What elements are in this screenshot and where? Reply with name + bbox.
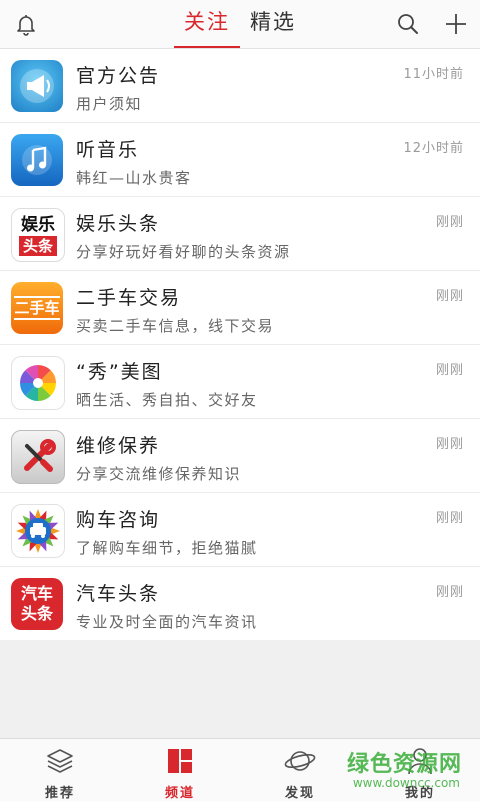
watermark-text: 绿色资源网 [346, 752, 462, 777]
music-note-icon [11, 134, 63, 186]
plus-icon[interactable] [440, 8, 472, 40]
item-subtitle: 分享好玩好看好聊的头条资源 [76, 243, 291, 261]
list-item[interactable]: 听音乐 韩红—山水贵客 12小时前 [0, 123, 480, 197]
nav-recommend[interactable]: 推荐 [0, 739, 120, 801]
list-item[interactable]: 娱乐 头条 娱乐头条 分享好玩好看好聊的头条资源 刚刚 [0, 197, 480, 271]
icon-text-bottom: 头条 [18, 236, 57, 256]
used-car-icon: 二手车 [11, 282, 63, 334]
nav-label: 推荐 [44, 786, 75, 801]
nav-label: 频道 [164, 786, 195, 801]
item-time: 刚刚 [435, 215, 464, 230]
pinwheel-photo-icon [11, 356, 65, 410]
icon-text-bottom: 头条 [20, 604, 53, 623]
tab-featured[interactable]: 精选 [242, 0, 304, 46]
item-time: 11小时前 [403, 67, 464, 82]
item-title: 二手车交易 [76, 287, 182, 309]
item-subtitle: 了解购车细节，拒绝猫腻 [76, 539, 258, 557]
nav-channel[interactable]: 频道 [120, 739, 240, 801]
nav-label: 发现 [284, 786, 315, 801]
layers-icon [44, 745, 76, 777]
item-title: 汽车头条 [76, 583, 161, 605]
watermark: 绿色资源网 www.downcc.com [344, 744, 474, 796]
item-time: 刚刚 [435, 437, 464, 452]
channel-list: 官方公告 用户须知 11小时前 听音乐 韩红—山水贵客 12小时前 娱乐 头条 … [0, 49, 480, 640]
item-title: 维修保养 [76, 435, 161, 457]
icon-text-top: 汽车 [20, 584, 53, 603]
item-subtitle: 专业及时全面的汽车资讯 [76, 613, 258, 631]
list-item[interactable]: 二手车 二手车交易 买卖二手车信息，线下交易 刚刚 [0, 271, 480, 345]
item-time: 刚刚 [435, 289, 464, 304]
car-headline-icon: 汽车 头条 [11, 578, 63, 630]
item-time: 刚刚 [435, 585, 464, 600]
watermark-url: www.downcc.com [352, 776, 460, 790]
item-subtitle: 晒生活、秀自拍、交好友 [76, 391, 258, 409]
item-time: 刚刚 [435, 363, 464, 378]
item-title: “秀”美图 [76, 361, 163, 383]
icon-text: 二手车 [14, 296, 60, 320]
nav-discover[interactable]: 发现 [240, 739, 360, 801]
megaphone-icon [11, 60, 63, 112]
item-time: 刚刚 [435, 511, 464, 526]
item-title: 购车咨询 [76, 509, 161, 531]
list-item[interactable]: 官方公告 用户须知 11小时前 [0, 49, 480, 123]
item-title: 听音乐 [76, 139, 140, 161]
wrench-screwdriver-icon [11, 430, 65, 484]
search-icon[interactable] [392, 8, 424, 40]
bell-icon[interactable] [10, 8, 42, 40]
tab-following[interactable]: 关注 [174, 0, 240, 48]
item-title: 娱乐头条 [76, 213, 161, 235]
item-subtitle: 分享交流维修保养知识 [76, 465, 242, 483]
item-subtitle: 买卖二手车信息，线下交易 [76, 317, 275, 335]
list-item[interactable]: 购车咨询 了解购车细节，拒绝猫腻 刚刚 [0, 493, 480, 567]
channel-grid-icon [164, 745, 196, 777]
list-item[interactable]: 汽车 头条 汽车头条 专业及时全面的汽车资讯 刚刚 [0, 567, 480, 640]
top-bar: 关注 精选 [0, 0, 480, 49]
planet-icon [284, 745, 316, 777]
icon-text-top: 娱乐 [21, 215, 55, 235]
entertainment-headline-icon: 娱乐 头条 [11, 208, 65, 262]
item-subtitle: 韩红—山水贵客 [76, 169, 192, 187]
list-item[interactable]: 维修保养 分享交流维修保养知识 刚刚 [0, 419, 480, 493]
car-badge-icon [11, 504, 65, 558]
item-subtitle: 用户须知 [76, 95, 143, 113]
item-time: 12小时前 [403, 141, 464, 156]
list-item[interactable]: “秀”美图 晒生活、秀自拍、交好友 刚刚 [0, 345, 480, 419]
item-title: 官方公告 [76, 65, 161, 87]
